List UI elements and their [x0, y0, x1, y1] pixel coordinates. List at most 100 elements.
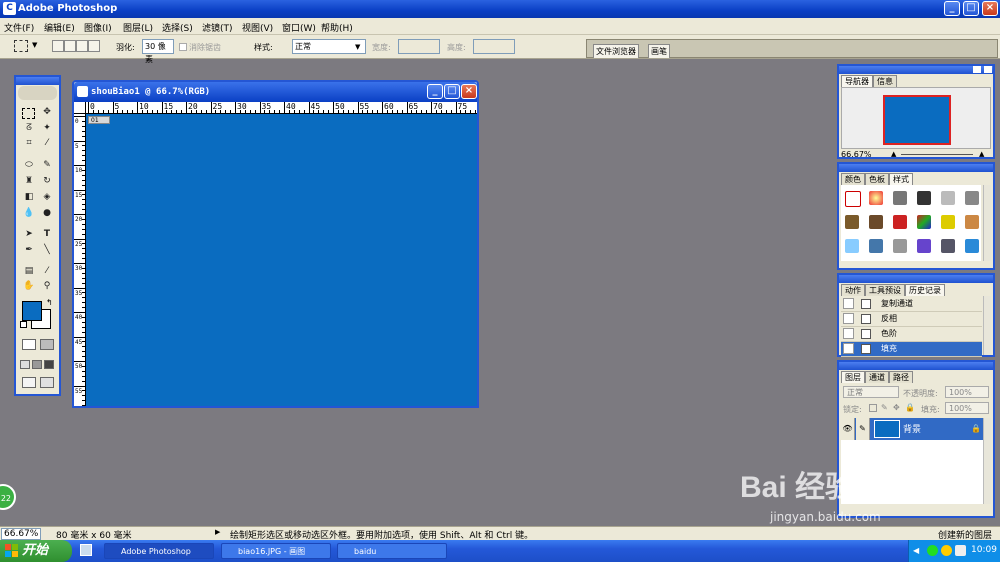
menu-select[interactable]: 选择(S)	[162, 21, 193, 34]
notification-badge[interactable]: 22	[0, 484, 16, 510]
antialias-checkbox[interactable]	[179, 43, 187, 51]
tab-history[interactable]: 历史记录	[905, 284, 945, 296]
history-state-checkbox[interactable]	[843, 313, 854, 324]
style-swatch[interactable]	[845, 215, 859, 229]
style-swatch[interactable]	[869, 239, 883, 253]
style-swatch[interactable]	[893, 215, 907, 229]
style-swatch[interactable]	[845, 239, 859, 253]
lock-position-icon[interactable]: ✥	[893, 403, 900, 412]
magic-wand-tool-icon[interactable]: ✦	[40, 122, 54, 134]
lasso-tool-icon[interactable]: ᘔ	[22, 122, 36, 134]
tray-arrow-icon[interactable]: ◀	[913, 546, 919, 555]
tab-file-browser[interactable]: 文件浏览器	[593, 44, 639, 58]
status-arrow-icon[interactable]: ▶	[215, 528, 220, 536]
pen-tool-icon[interactable]: ✒	[22, 244, 36, 256]
style-swatch[interactable]	[941, 239, 955, 253]
menu-file[interactable]: 文件(F)	[4, 21, 34, 34]
style-swatch[interactable]	[965, 191, 979, 205]
tab-actions[interactable]: 动作	[841, 284, 865, 296]
style-swatch[interactable]	[965, 239, 979, 253]
tab-styles[interactable]: 样式	[889, 173, 913, 185]
style-swatch[interactable]	[893, 191, 907, 205]
tab-channels[interactable]: 通道	[865, 371, 889, 383]
toolbox-grip[interactable]	[16, 77, 59, 85]
standard-screen-mode-icon[interactable]	[20, 360, 30, 369]
adobe-online-icon[interactable]	[18, 86, 57, 100]
ruler-origin[interactable]	[74, 102, 86, 114]
subtract-selection-icon[interactable]	[76, 40, 88, 52]
navigator-thumbnail[interactable]	[883, 95, 951, 145]
add-selection-icon[interactable]	[64, 40, 76, 52]
style-swatch[interactable]	[869, 215, 883, 229]
menu-filter[interactable]: 滤镜(T)	[202, 21, 233, 34]
history-item-selected[interactable]: 填充	[841, 342, 982, 357]
full-screen-menu-mode-icon[interactable]	[32, 360, 42, 369]
type-tool-icon[interactable]: T	[40, 228, 54, 240]
brush-link-icon[interactable]: ✎	[856, 418, 870, 440]
history-state-checkbox[interactable]	[843, 298, 854, 309]
menu-layer[interactable]: 图层(L)	[123, 21, 153, 34]
history-state-checkbox[interactable]	[843, 328, 854, 339]
tab-layers[interactable]: 图层	[841, 371, 865, 383]
lock-image-icon[interactable]: ✎	[881, 403, 888, 412]
lock-transparency-icon[interactable]	[869, 404, 877, 412]
path-selection-tool-icon[interactable]: ➤	[22, 228, 36, 240]
layers-scrollbar[interactable]	[983, 418, 991, 504]
style-none[interactable]	[845, 191, 861, 207]
style-swatch[interactable]	[941, 215, 955, 229]
tab-brushes[interactable]: 画笔	[648, 44, 670, 58]
minimize-button[interactable]: _	[944, 1, 960, 16]
show-desktop-icon[interactable]	[80, 544, 92, 556]
panel-grip[interactable]	[839, 275, 993, 283]
dodge-tool-icon[interactable]: ●	[40, 207, 54, 219]
network-icon[interactable]	[927, 545, 938, 556]
foreground-color-swatch[interactable]	[22, 301, 42, 321]
menu-view[interactable]: 视图(V)	[242, 21, 273, 34]
tab-paths[interactable]: 路径	[889, 371, 913, 383]
history-item[interactable]: 反相	[841, 312, 982, 327]
volume-icon[interactable]	[955, 545, 966, 556]
feather-input[interactable]: 30 像素	[142, 39, 174, 64]
style-swatch[interactable]	[965, 215, 979, 229]
clone-stamp-tool-icon[interactable]: ♜	[22, 175, 36, 187]
menu-image[interactable]: 图像(I)	[84, 21, 112, 34]
history-brush-tool-icon[interactable]: ↻	[40, 175, 54, 187]
imageready-icon[interactable]	[40, 377, 54, 388]
style-swatch[interactable]	[869, 191, 883, 205]
fill-input[interactable]: 100%	[945, 402, 989, 414]
security-icon[interactable]	[941, 545, 952, 556]
navigator-zoom[interactable]: 66.67%	[841, 150, 872, 159]
zoom-in-icon[interactable]: ▲	[979, 150, 989, 158]
height-input[interactable]	[473, 39, 515, 54]
tab-info[interactable]: 信息	[873, 75, 897, 87]
move-tool-icon[interactable]: ✥	[40, 106, 54, 118]
history-scrollbar[interactable]	[983, 296, 991, 355]
panel-minimize-icon[interactable]	[973, 66, 981, 73]
new-selection-icon[interactable]	[52, 40, 64, 52]
menu-window[interactable]: 窗口(W)	[282, 21, 316, 34]
tab-swatches[interactable]: 色板	[865, 173, 889, 185]
zoom-slider[interactable]	[901, 154, 973, 155]
opacity-input[interactable]: 100%	[945, 386, 989, 398]
close-button[interactable]: ×	[982, 1, 998, 16]
quick-mask-mode-icon[interactable]	[40, 339, 54, 350]
style-swatch[interactable]	[917, 191, 931, 205]
document-minimize-button[interactable]: _	[427, 84, 443, 99]
zoom-tool-icon[interactable]: ⚲	[40, 280, 54, 292]
document-title-bar[interactable]: shouBiao1 @ 66.7%(RGB) _ □ ×	[74, 82, 477, 102]
menu-help[interactable]: 帮助(H)	[321, 21, 353, 34]
style-swatch[interactable]	[941, 191, 955, 205]
eye-icon[interactable]: 👁	[841, 418, 855, 440]
brush-tool-icon[interactable]: ✎	[40, 159, 54, 171]
tab-color[interactable]: 颜色	[841, 173, 865, 185]
style-swatch[interactable]	[917, 239, 931, 253]
crop-tool-icon[interactable]: ⌗	[22, 137, 36, 149]
panel-grip[interactable]	[839, 164, 993, 172]
paint-bucket-tool-icon[interactable]: ◈	[40, 191, 54, 203]
blur-tool-icon[interactable]: 💧	[22, 207, 36, 219]
maximize-button[interactable]: □	[963, 1, 979, 16]
marquee-tool-preset-icon[interactable]	[14, 40, 28, 52]
panel-close-icon[interactable]	[984, 66, 992, 73]
chevron-down-icon[interactable]: ▼	[32, 41, 37, 49]
eraser-tool-icon[interactable]: ◧	[22, 191, 36, 203]
